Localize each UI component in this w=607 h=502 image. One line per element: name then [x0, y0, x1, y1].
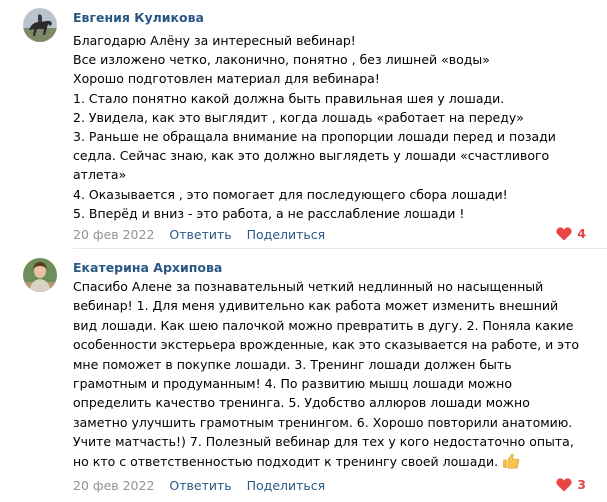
like-button[interactable]: 3 [556, 477, 586, 492]
comment-text-line: заметно улучшить грамотным тренингом. 6.… [73, 414, 573, 430]
comment-text-line: особенности экстерьера врожденные, как э… [73, 337, 580, 353]
comment-date[interactable]: 20 фев 2022 [73, 478, 154, 493]
comment-footer: 20 фев 2022 Ответить Поделиться [73, 227, 325, 242]
comment-text-line: 1. Стало понятно какой должна быть прави… [73, 90, 505, 106]
comment-text-segment: но кто с ответственностью подходит к тре… [73, 453, 499, 469]
comment-text-line: Все изложено четко, лаконично, понятно ,… [73, 52, 490, 68]
comment-author[interactable]: Екатерина Архипова [73, 260, 222, 275]
comment-text: Спасибо Алене за познавательный четкий н… [73, 277, 598, 471]
comment-author[interactable]: Евгения Куликова [73, 10, 204, 25]
comment-text-line: вебинар! 1. Для меня удивительно как раб… [73, 298, 559, 314]
comment: Евгения Куликова Благодарю Алёну за инте… [0, 0, 607, 249]
comment-text-line: вид лошади. Как шею палочкой можно превр… [73, 317, 574, 333]
comment-text-line: грамотным и продуманным! 4. По развитию … [73, 375, 512, 391]
comment-text-line: Учите матчасть!) 7. Полезный вебинар для… [73, 434, 574, 450]
comment-text-line: Спасибо Алене за познавательный четкий н… [73, 279, 544, 294]
reply-link[interactable]: Ответить [169, 227, 231, 242]
like-count: 4 [577, 226, 586, 241]
share-link[interactable]: Поделиться [247, 478, 326, 493]
comment-text-line: 4. Оказывается , это помогает для послед… [73, 186, 508, 202]
comment-text-line: 3. Раньше не обращала внимание на пропор… [73, 128, 556, 144]
share-link[interactable]: Поделиться [247, 227, 326, 242]
divider [73, 248, 607, 249]
like-count: 3 [577, 477, 586, 492]
comment-text-line: 2. Увидела, как это выглядит , когда лош… [73, 109, 524, 125]
avatar[interactable] [23, 8, 57, 42]
comment-footer: 20 фев 2022 Ответить Поделиться [73, 478, 325, 493]
comment-text-line: атлета» [73, 167, 127, 183]
comment-text-line: Благодарю Алёну за интересный вебинар! [73, 33, 356, 48]
comment-text-line: седла. Сейчас знаю, как это должно выгля… [73, 148, 550, 164]
heart-icon [556, 477, 572, 491]
comment-text-line: определить качество тренинга. 5. Удобств… [73, 395, 530, 411]
comment-text: Благодарю Алёну за интересный вебинар! В… [73, 31, 598, 223]
comment-text-line: но кто с ответственностью подходит к тре… [73, 452, 598, 471]
thumbs-up-icon [503, 453, 520, 469]
avatar[interactable] [23, 258, 57, 292]
comment-text-line: мне поможет в покупке лошади. 3. Тренинг… [73, 356, 512, 372]
comment-text-line: 5. Вперёд и вниз - это работа, а не расс… [73, 205, 465, 221]
comment-date[interactable]: 20 фев 2022 [73, 227, 154, 242]
comment: Екатерина Архипова Спасибо Алене за позн… [0, 250, 607, 502]
reply-link[interactable]: Ответить [169, 478, 231, 493]
heart-icon [556, 226, 572, 240]
comment-text-line: Хорошо подготовлен материал для вебинара… [73, 71, 380, 87]
like-button[interactable]: 4 [556, 226, 586, 241]
